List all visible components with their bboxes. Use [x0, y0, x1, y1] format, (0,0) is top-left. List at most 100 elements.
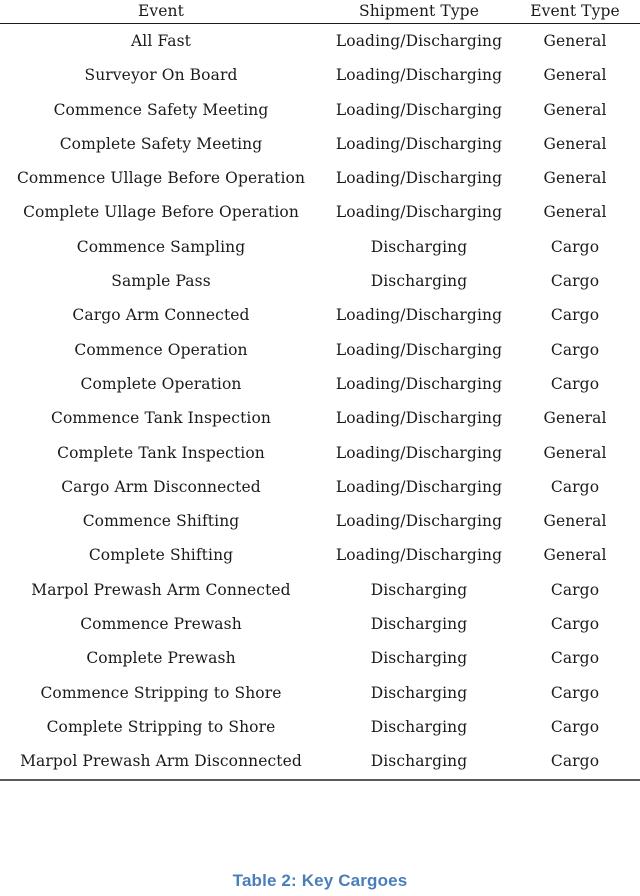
cell-event-type: Cargo: [510, 607, 640, 641]
cell-event-type: General: [510, 93, 640, 127]
cell-event-type-text: Cargo: [550, 615, 600, 634]
cell-event-type: Cargo: [510, 298, 640, 332]
cell-event-text: Complete Ullage Before Operation: [23, 203, 299, 222]
table-row: Commence Operation Loading/Discharging Car…: [0, 333, 640, 367]
cell-event-type-text: General: [543, 32, 607, 50]
table-row: Commence Tank Inspection Loading/Discharg…: [0, 401, 640, 435]
cell-shipment-type: Discharging: [324, 676, 510, 710]
cell-shipment-type-text: Discharging: [370, 683, 468, 702]
table-row: Commence Sampling Discharging Cargo: [0, 230, 640, 264]
cell-event-text: Commence Prewash: [80, 615, 242, 634]
cell-shipment-type-text: Loading/Discharging: [335, 409, 503, 428]
cell-event: Commence Safety Meeting: [0, 93, 324, 127]
table-row: Sample Pass Discharging Cargo: [0, 264, 640, 298]
cell-shipment-type: Discharging: [324, 264, 510, 298]
column-header-event-type-label: Event Type: [530, 2, 620, 20]
cell-event: Surveyor On Board: [0, 58, 324, 92]
table-row: Marpol Prewash Arm Connected Discharging C…: [0, 573, 640, 607]
cell-event-type-text: General: [543, 66, 607, 85]
cell-event-text: Commence Ullage Before Operation: [16, 169, 306, 188]
table-row: Complete Safety Meeting Loading/Dischargi…: [0, 127, 640, 161]
cell-event-type: General: [510, 195, 640, 229]
cell-event-text: Cargo Arm Connected: [72, 306, 250, 325]
cell-shipment-type: Discharging: [324, 641, 510, 675]
cell-event-type-text: Cargo: [550, 374, 600, 393]
cell-event-type: Cargo: [510, 367, 640, 401]
cell-event-type: Cargo: [510, 264, 640, 298]
cell-event-text: Surveyor On Board: [84, 66, 238, 85]
cell-shipment-type: Discharging: [324, 573, 510, 607]
table-row: Complete Stripping to Shore Discharging Ca…: [0, 710, 640, 744]
cell-event: Complete Prewash: [0, 641, 324, 675]
cell-event-type: General: [510, 436, 640, 470]
key-cargoes-table-wrapper: Event Shipment Type Event Type All Fast L…: [0, 0, 640, 781]
cell-event-text: Commence Sampling: [76, 237, 246, 256]
cell-event: Cargo Arm Disconnected: [0, 470, 324, 504]
cell-shipment-type: Discharging: [324, 710, 510, 744]
cell-event-type: Cargo: [510, 744, 640, 781]
cell-shipment-type-text: Loading/Discharging: [335, 512, 503, 531]
cell-event: Complete Shifting: [0, 538, 324, 572]
table-header-row: Event Shipment Type Event Type: [0, 0, 640, 24]
cell-event-type: Cargo: [510, 573, 640, 607]
cell-shipment-type-text: Discharging: [370, 649, 468, 668]
table-body: All Fast Loading/Discharging General Survey…: [0, 24, 640, 781]
cell-shipment-type: Loading/Discharging: [324, 436, 510, 470]
cell-event-text: All Fast: [131, 32, 191, 50]
cell-event: Commence Tank Inspection: [0, 401, 324, 435]
cell-shipment-type-text: Discharging: [370, 752, 468, 771]
cell-event-type: General: [510, 401, 640, 435]
cell-event: All Fast: [0, 24, 324, 59]
cell-event-type-text: Cargo: [550, 272, 600, 291]
cell-event: Commence Shifting: [0, 504, 324, 538]
cell-shipment-type-text: Loading/Discharging: [335, 477, 503, 496]
cell-shipment-type-text: Loading/Discharging: [335, 32, 503, 50]
cell-event-type-text: Cargo: [550, 237, 600, 256]
cell-shipment-type: Loading/Discharging: [324, 504, 510, 538]
cell-shipment-type-text: Loading/Discharging: [335, 66, 503, 85]
table-row: Complete Shifting Loading/Discharging Gene…: [0, 538, 640, 572]
cell-event-type-text: Cargo: [550, 717, 600, 736]
cell-event-type: Cargo: [510, 676, 640, 710]
cell-event-text: Complete Operation: [80, 374, 242, 393]
cell-event: Marpol Prewash Arm Connected: [0, 573, 324, 607]
cell-shipment-type-text: Loading/Discharging: [335, 134, 503, 153]
cell-shipment-type-text: Discharging: [370, 237, 468, 256]
cell-shipment-type-text: Discharging: [370, 272, 468, 291]
cell-event-text: Marpol Prewash Arm Disconnected: [20, 752, 302, 771]
cell-event-type-text: General: [543, 100, 607, 119]
cell-shipment-type: Loading/Discharging: [324, 127, 510, 161]
cell-event-text: Complete Safety Meeting: [59, 134, 263, 153]
table-row: All Fast Loading/Discharging General: [0, 24, 640, 59]
table-row: Surveyor On Board Loading/Discharging Gene…: [0, 58, 640, 92]
cell-event-type-text: Cargo: [550, 340, 600, 359]
cell-shipment-type-text: Discharging: [370, 615, 468, 634]
cell-event-type: Cargo: [510, 230, 640, 264]
cell-event-type-text: Cargo: [550, 752, 600, 771]
cell-event-text: Commence Tank Inspection: [51, 409, 271, 428]
cell-event-text: Complete Prewash: [86, 649, 236, 668]
cell-event-type-text: General: [543, 512, 607, 531]
cell-event-type: Cargo: [510, 710, 640, 744]
table-row: Cargo Arm Connected Loading/Discharging Ca…: [0, 298, 640, 332]
key-cargoes-table: Event Shipment Type Event Type All Fast L…: [0, 0, 640, 781]
cell-event: Sample Pass: [0, 264, 324, 298]
cell-shipment-type-text: Loading/Discharging: [335, 374, 503, 393]
cell-event-type: Cargo: [510, 333, 640, 367]
cell-shipment-type-text: Loading/Discharging: [335, 443, 503, 462]
cell-event: Complete Operation: [0, 367, 324, 401]
cell-event-text: Commence Safety Meeting: [53, 100, 269, 119]
cell-event: Complete Stripping to Shore: [0, 710, 324, 744]
cell-event-type: General: [510, 504, 640, 538]
cell-event-type: General: [510, 538, 640, 572]
cell-event-text: Commence Stripping to Shore: [40, 683, 282, 702]
table-row: Commence Prewash Discharging Cargo: [0, 607, 640, 641]
cell-event-text: Commence Shifting: [82, 512, 240, 531]
table-row: Complete Prewash Discharging Cargo: [0, 641, 640, 675]
cell-shipment-type: Discharging: [324, 230, 510, 264]
column-header-event-type: Event Type: [510, 0, 640, 24]
cell-shipment-type-text: Loading/Discharging: [335, 340, 503, 359]
table-row: Commence Stripping to Shore Discharging Ca…: [0, 676, 640, 710]
cell-event-type-text: General: [543, 409, 607, 428]
cell-event-type-text: Cargo: [550, 683, 600, 702]
